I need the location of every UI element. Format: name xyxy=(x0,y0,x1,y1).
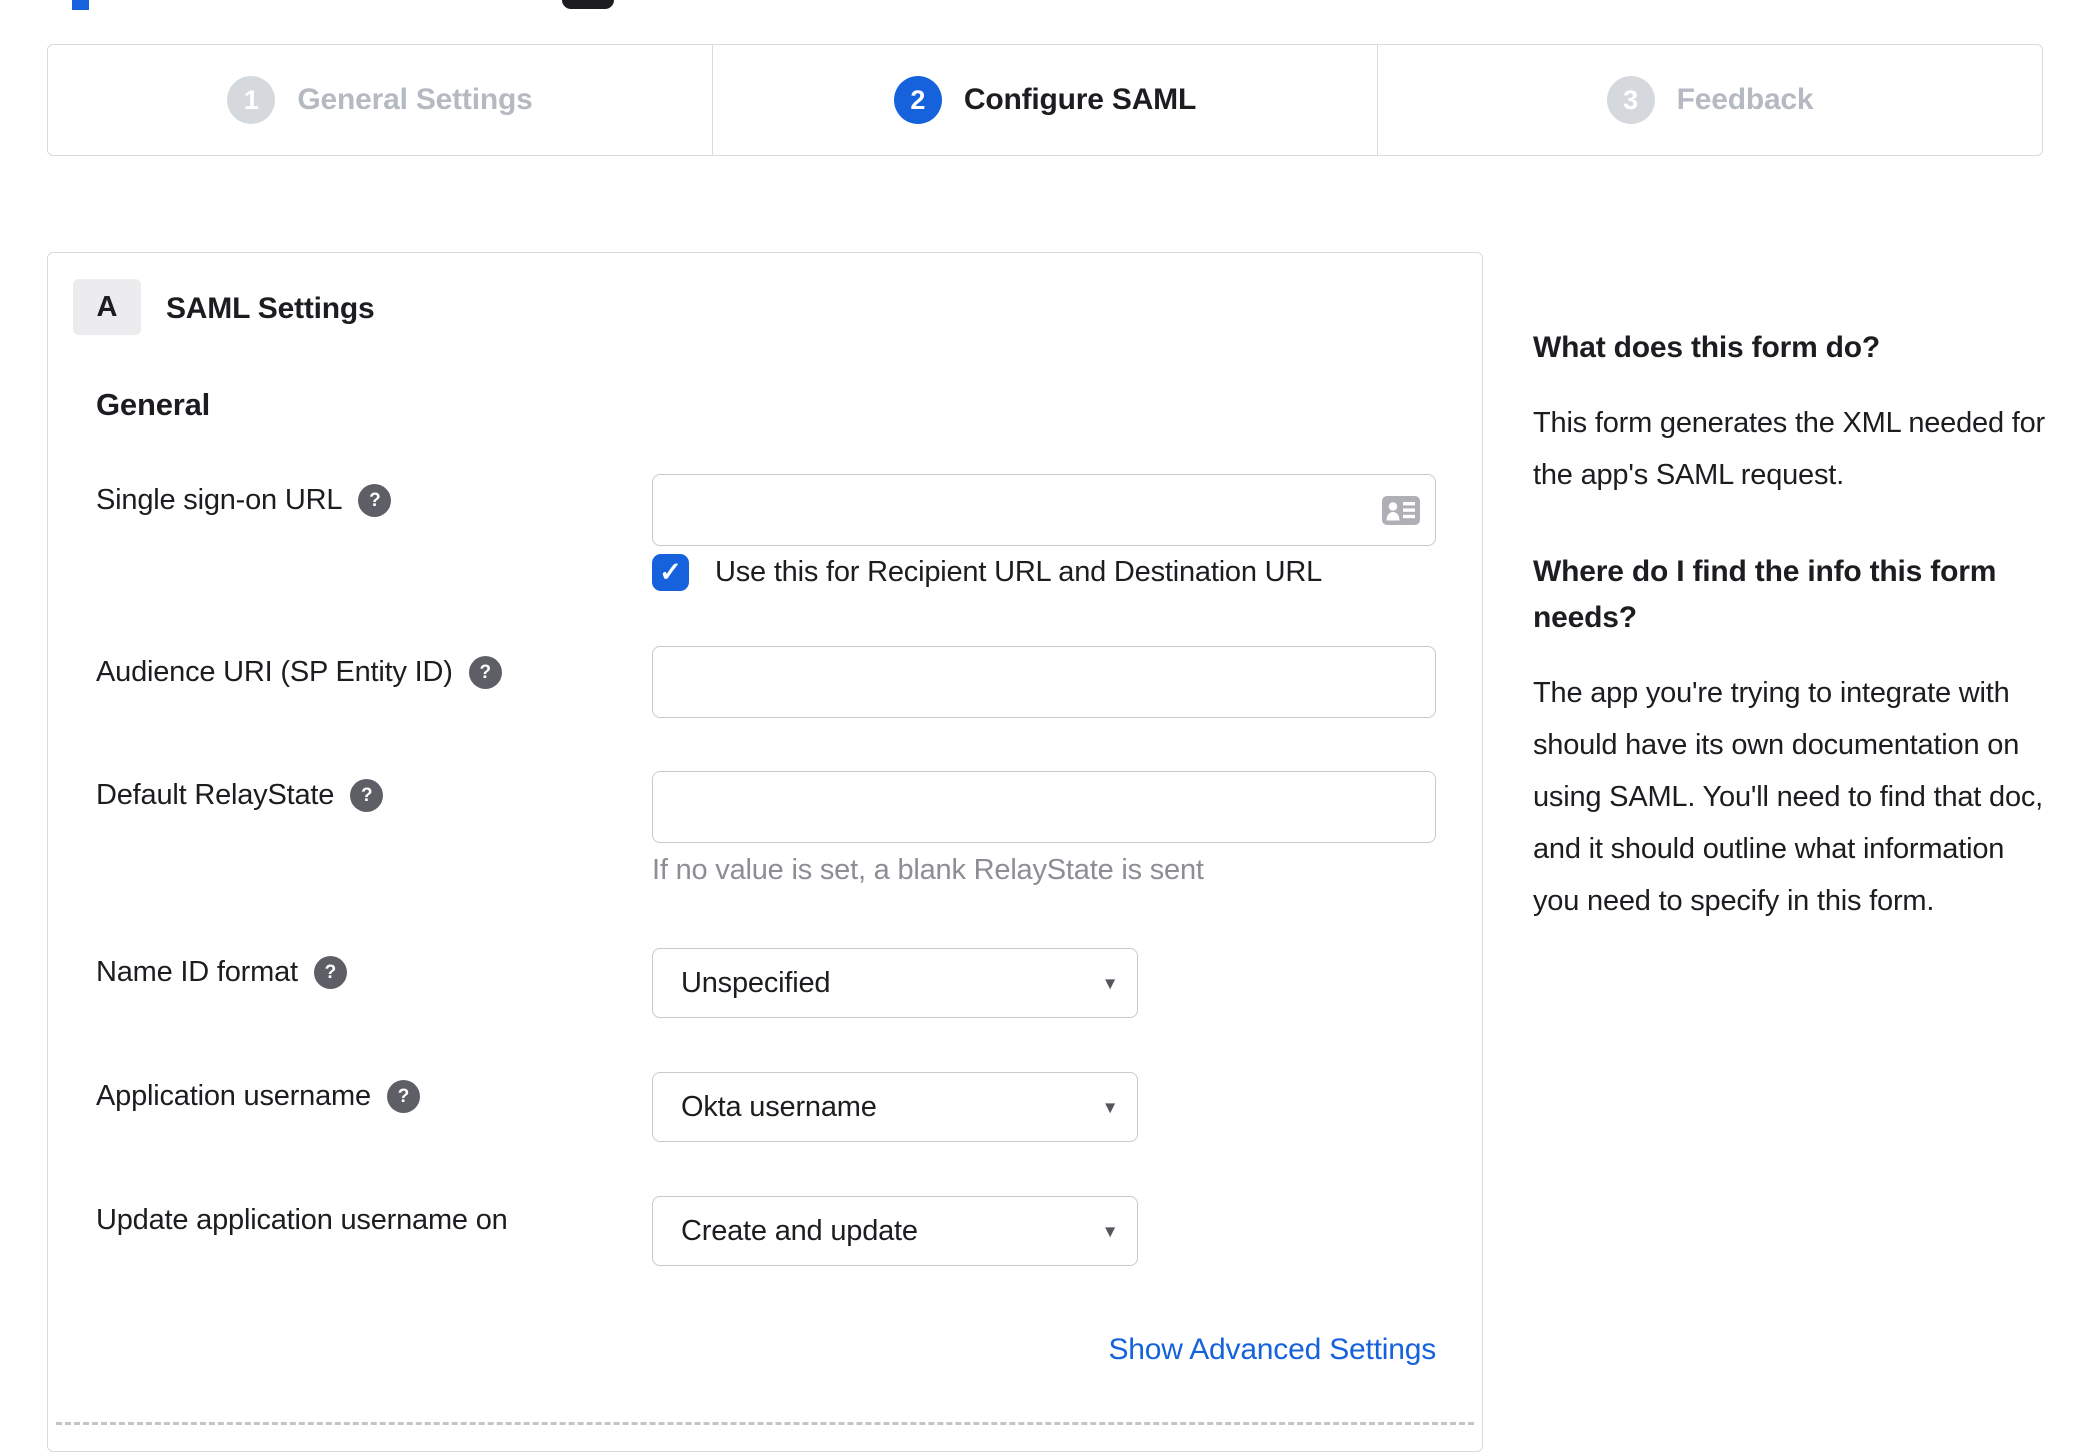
help-heading-what: What does this form do? xyxy=(1533,331,1881,364)
caret-down-icon: ▾ xyxy=(1105,972,1115,995)
step-feedback[interactable]: 3 Feedback xyxy=(1377,45,2042,155)
relay-state-label: Default RelayState ? xyxy=(96,779,384,812)
sso-url-input[interactable] xyxy=(652,474,1436,546)
help-icon[interactable]: ? xyxy=(350,779,384,812)
field-label-text: Single sign-on URL xyxy=(96,484,343,516)
app-username-select[interactable]: Okta username ▾ xyxy=(652,1072,1138,1142)
cutoff-header-fragment-blue xyxy=(72,0,89,10)
step-number-badge: 2 xyxy=(893,76,942,124)
wizard-stepper: 1 General Settings 2 Configure SAML 3 Fe… xyxy=(47,44,2043,156)
audience-uri-label: Audience URI (SP Entity ID) ? xyxy=(96,656,502,689)
select-value: Unspecified xyxy=(681,966,831,999)
section-dashed-divider xyxy=(56,1422,1474,1425)
step-general-settings[interactable]: 1 General Settings xyxy=(48,45,712,155)
recipient-url-checkbox[interactable]: ✓ xyxy=(652,554,689,591)
caret-down-icon: ▾ xyxy=(1105,1096,1115,1119)
help-icon[interactable]: ? xyxy=(468,656,502,689)
section-a-badge: A xyxy=(73,279,141,335)
audience-uri-input[interactable] xyxy=(652,646,1436,718)
field-label-text: Update application username on xyxy=(96,1204,508,1236)
help-body-what: This form generates the XML needed for t… xyxy=(1533,407,2045,491)
recipient-url-checkbox-label: Use this for Recipient URL and Destinati… xyxy=(715,556,1323,588)
help-body-where: The app you're trying to integrate with … xyxy=(1533,677,2044,917)
relay-state-input[interactable] xyxy=(652,771,1436,843)
select-value: Okta username xyxy=(681,1090,877,1123)
sso-url-label: Single sign-on URL ? xyxy=(96,484,392,517)
help-icon[interactable]: ? xyxy=(313,956,347,989)
contact-card-icon xyxy=(1382,496,1420,525)
help-icon[interactable]: ? xyxy=(358,484,392,517)
relay-state-hint: If no value is set, a blank RelayState i… xyxy=(652,854,1204,886)
field-label-text: Audience URI (SP Entity ID) xyxy=(96,656,453,688)
help-sidebar: What does this form do? This form genera… xyxy=(1533,325,2053,975)
section-title: SAML Settings xyxy=(166,292,375,325)
cutoff-header-fragment-dark xyxy=(562,0,614,9)
saml-settings-panel: A SAML Settings General Single sign-on U… xyxy=(47,252,1483,1452)
show-advanced-settings-link[interactable]: Show Advanced Settings xyxy=(1109,1333,1437,1367)
help-icon[interactable]: ? xyxy=(386,1080,420,1113)
update-app-username-label: Update application username on xyxy=(96,1204,508,1237)
recipient-url-checkbox-row: ✓ Use this for Recipient URL and Destina… xyxy=(652,554,1322,591)
help-heading-where: Where do I find the info this form needs… xyxy=(1533,555,1997,634)
group-title-general: General xyxy=(96,387,211,422)
update-app-username-select[interactable]: Create and update ▾ xyxy=(652,1196,1138,1266)
select-value: Create and update xyxy=(681,1214,918,1247)
name-id-format-select[interactable]: Unspecified ▾ xyxy=(652,948,1138,1018)
step-label: Configure SAML xyxy=(963,83,1197,116)
field-label-text: Name ID format xyxy=(96,956,298,988)
step-label: Feedback xyxy=(1676,83,1814,116)
name-id-format-label: Name ID format ? xyxy=(96,956,347,989)
step-number-badge: 3 xyxy=(1606,76,1655,124)
field-label-text: Default RelayState xyxy=(96,779,335,811)
sso-url-input-wrap xyxy=(652,474,1436,546)
step-configure-saml[interactable]: 2 Configure SAML xyxy=(712,45,1377,155)
app-username-label: Application username ? xyxy=(96,1080,420,1113)
step-number-badge: 1 xyxy=(227,76,276,124)
step-label: General Settings xyxy=(297,83,533,116)
caret-down-icon: ▾ xyxy=(1105,1220,1115,1243)
field-label-text: Application username xyxy=(96,1080,371,1112)
